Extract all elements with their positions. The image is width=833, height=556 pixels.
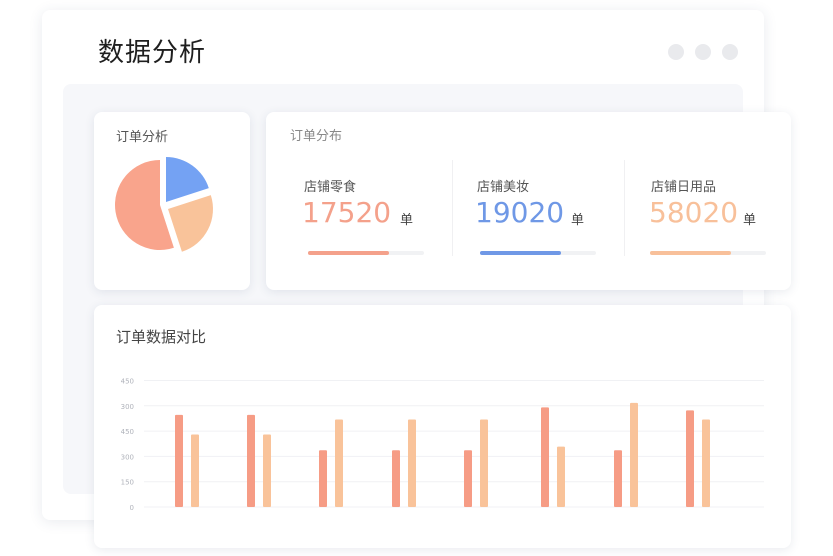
pie-card-title: 订单分析	[116, 130, 169, 145]
bar-chart-title: 订单数据对比	[116, 328, 207, 346]
progress-track	[480, 251, 596, 255]
distribution-title: 订单分布	[290, 129, 343, 144]
progress-track	[650, 251, 766, 255]
y-tick-label: 450	[121, 378, 134, 386]
progress-fill	[650, 251, 732, 255]
window-dot-icon[interactable]	[722, 44, 738, 60]
stat-value: 17520	[302, 196, 392, 229]
progress-fill	[308, 251, 390, 255]
stat-unit: 单	[743, 213, 757, 228]
stat-value: 19020	[475, 196, 565, 229]
window-controls	[668, 44, 738, 60]
bar-series-1[interactable]	[464, 450, 472, 507]
progress-fill	[480, 251, 562, 255]
bar-series-2[interactable]	[263, 434, 271, 507]
bar-series-1[interactable]	[392, 450, 400, 507]
stat-unit: 单	[400, 213, 414, 228]
bar-series-1[interactable]	[686, 410, 694, 507]
bar-series-2[interactable]	[480, 419, 488, 507]
stat-unit: 单	[571, 213, 585, 228]
bar-series-2[interactable]	[191, 434, 199, 507]
y-tick-label: 300	[121, 453, 134, 461]
pie-slice[interactable]	[166, 157, 209, 202]
stat-label: 店铺零食	[304, 180, 357, 195]
bar-series-2[interactable]	[702, 419, 710, 507]
y-tick-label: 0	[130, 504, 134, 512]
bar-series-1[interactable]	[319, 450, 327, 507]
bar-series-2[interactable]	[630, 402, 638, 507]
stat-label: 店铺美妆	[477, 180, 530, 195]
bar-series-1[interactable]	[614, 450, 622, 507]
pie-slice[interactable]	[168, 195, 213, 252]
pie-slice[interactable]	[115, 160, 174, 250]
bar-series-2[interactable]	[557, 446, 565, 507]
bar-series-1[interactable]	[541, 407, 549, 507]
page-title: 数据分析	[98, 38, 207, 68]
stat-divider	[452, 160, 453, 256]
order-comparison-card: 0 150 300 450 300 450 订单数据对比	[94, 305, 791, 548]
bar-series-1[interactable]	[247, 414, 255, 507]
bar-series-2[interactable]	[408, 419, 416, 507]
stat-divider	[624, 160, 625, 256]
progress-track	[308, 251, 424, 255]
y-tick-label: 300	[121, 403, 134, 411]
bar-series-1[interactable]	[175, 414, 183, 507]
stat-label: 店铺日用品	[651, 180, 717, 195]
y-tick-label: 450	[121, 428, 134, 436]
window-dot-icon[interactable]	[695, 44, 711, 60]
order-analysis-card: 订单分析	[94, 112, 250, 290]
order-distribution-card: 订单分布 店铺零食 17520 单 店铺美妆 19020 单 店铺日用品 580…	[266, 112, 791, 290]
window-dot-icon[interactable]	[668, 44, 684, 60]
stat-value: 58020	[649, 196, 739, 229]
y-tick-label: 150	[121, 479, 134, 487]
bar-series-2[interactable]	[335, 419, 343, 507]
